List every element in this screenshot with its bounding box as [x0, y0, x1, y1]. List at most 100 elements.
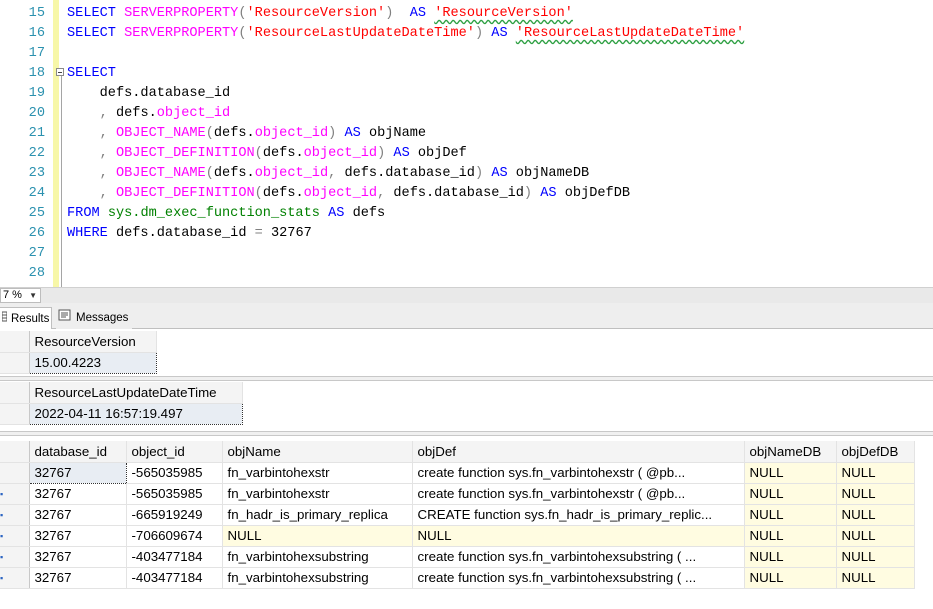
grid-cell[interactable]: NULL: [836, 525, 915, 547]
grid-cell[interactable]: 2022-04-11 16:57:19.497: [28, 402, 243, 425]
grid-cell[interactable]: NULL: [744, 546, 837, 568]
grid-cell[interactable]: NULL: [744, 462, 837, 484]
row-selector-icon[interactable]: [0, 462, 30, 484]
code-line[interactable]: 20 , defs.object_id: [0, 104, 933, 124]
grid-cell[interactable]: create function sys.fn_varbintohexstr ( …: [412, 462, 745, 484]
code-line[interactable]: 25 FROM sys.dm_exec_function_stats AS def…: [0, 204, 933, 224]
table-row[interactable]: 32767 -565035985 fn_varbintohexstr create f…: [0, 461, 915, 484]
grid-splitter[interactable]: [0, 376, 933, 381]
grid-cell[interactable]: NULL: [744, 567, 837, 589]
grid-cell[interactable]: -565035985: [126, 462, 223, 484]
grid-splitter[interactable]: [0, 431, 933, 436]
table-row[interactable]: ▪ 32767 -565035985 fn_varbintohexstr create …: [0, 483, 915, 505]
table-row[interactable]: ▪ 32767 -403477184 fn_varbintohexsubstring c…: [0, 546, 915, 568]
column-header-objname[interactable]: objName: [222, 441, 413, 463]
table-row[interactable]: ▪ 32767 -665919249 fn_hadr_is_primary_repli…: [0, 504, 915, 526]
code-line[interactable]: 27: [0, 244, 933, 264]
column-header-objnamedb[interactable]: objNameDB: [744, 441, 837, 463]
code-token: object_id: [156, 106, 231, 121]
grid-cell[interactable]: CREATE function sys.fn_hadr_is_primary_r…: [412, 504, 745, 526]
row-number[interactable]: [0, 403, 30, 425]
zoom-dropdown[interactable]: 7 % ▼: [0, 288, 41, 303]
code-line[interactable]: 28: [0, 264, 933, 284]
code-line[interactable]: 26 WHERE defs.database_id = 32767: [0, 224, 933, 244]
grid-cell[interactable]: -403477184: [126, 567, 223, 589]
grid-cell[interactable]: 32767: [29, 483, 127, 505]
row-selector-icon[interactable]: ▪: [0, 525, 30, 547]
row-header-corner[interactable]: [0, 382, 30, 404]
row-number[interactable]: [0, 352, 30, 374]
row-header-corner[interactable]: [0, 441, 30, 463]
grid-cell[interactable]: NULL: [744, 504, 837, 526]
code-token: FROM: [67, 206, 100, 221]
grid-cell[interactable]: 32767: [29, 525, 127, 547]
code-text: , OBJECT_DEFINITION(defs.object_id, defs…: [67, 184, 630, 204]
result-grid-resource-last-update[interactable]: ResourceLastUpdateDateTime 2022-04-11 16…: [0, 382, 243, 425]
grid-cell[interactable]: 32767: [29, 567, 127, 589]
tab-messages[interactable]: Messages: [56, 307, 132, 329]
row-selector-icon[interactable]: ▪: [0, 567, 30, 589]
code-line[interactable]: 17: [0, 44, 933, 64]
result-grid-function-stats[interactable]: database_id object_id objName objDef objName…: [0, 441, 915, 589]
row-header-corner[interactable]: [0, 331, 30, 353]
code-line[interactable]: 16 SELECT SERVERPROPERTY('ResourceLastUpd…: [0, 24, 933, 44]
grid-cell[interactable]: -403477184: [126, 546, 223, 568]
grid-cell[interactable]: NULL: [836, 504, 915, 526]
grid-cell[interactable]: create function sys.fn_varbintohexsubstr…: [412, 567, 745, 589]
code-text: SELECT SERVERPROPERTY('ResourceLastUpdat…: [67, 24, 744, 44]
column-header[interactable]: ResourceVersion: [29, 331, 157, 353]
grid-cell[interactable]: 32767: [28, 461, 127, 484]
grid-cell[interactable]: 32767: [29, 546, 127, 568]
code-line[interactable]: 23 , OBJECT_NAME(defs.object_id, defs.da…: [0, 164, 933, 184]
grid-cell[interactable]: NULL: [744, 525, 837, 547]
grid-cell[interactable]: create function sys.fn_varbintohexsubstr…: [412, 546, 745, 568]
code-text: FROM sys.dm_exec_function_stats AS defs: [67, 204, 385, 224]
chevron-down-icon[interactable]: ▼: [29, 289, 37, 302]
grid-cell[interactable]: 15.00.4223: [28, 351, 157, 374]
column-header-database-id[interactable]: database_id: [29, 441, 127, 463]
grid-cell[interactable]: NULL: [836, 567, 915, 589]
grid-cell[interactable]: NULL: [836, 483, 915, 505]
grid-cell[interactable]: -706609674: [126, 525, 223, 547]
tab-results[interactable]: Results: [0, 307, 52, 329]
code-line[interactable]: 21 , OBJECT_NAME(defs.object_id) AS objN…: [0, 124, 933, 144]
column-header[interactable]: ResourceLastUpdateDateTime: [29, 382, 243, 404]
grid-cell[interactable]: NULL: [222, 525, 413, 547]
grid-cell[interactable]: create function sys.fn_varbintohexstr ( …: [412, 483, 745, 505]
row-selector-icon[interactable]: ▪: [0, 504, 30, 526]
grid-cell[interactable]: NULL: [836, 462, 915, 484]
grid-cell[interactable]: -565035985: [126, 483, 223, 505]
grid-cell[interactable]: NULL: [836, 546, 915, 568]
column-header-objdefdb[interactable]: objDefDB: [836, 441, 915, 463]
code-line[interactable]: 24 , OBJECT_DEFINITION(defs.object_id, d…: [0, 184, 933, 204]
grid-cell[interactable]: fn_varbintohexsubstring: [222, 567, 413, 589]
code-line[interactable]: 15 SELECT SERVERPROPERTY('ResourceVersion…: [0, 4, 933, 24]
code-token: 'ResourceVersion': [246, 6, 386, 21]
grid-cell[interactable]: fn_varbintohexstr: [222, 483, 413, 505]
code-token: objDef: [409, 146, 467, 161]
code-token: defs.: [262, 186, 304, 201]
result-grid-resource-version[interactable]: ResourceVersion 15.00.4223: [0, 331, 157, 374]
row-selector-icon[interactable]: ▪: [0, 483, 30, 505]
column-header-object-id[interactable]: object_id: [126, 441, 223, 463]
column-header-objdef[interactable]: objDef: [412, 441, 745, 463]
code-line[interactable]: 22 , OBJECT_DEFINITION(defs.object_id) A…: [0, 144, 933, 164]
row-selector-icon[interactable]: ▪: [0, 546, 30, 568]
code-token: defs.database_id: [107, 226, 255, 241]
grid-cell[interactable]: NULL: [412, 525, 745, 547]
tab-messages-label: Messages: [76, 312, 129, 325]
code-line[interactable]: 19 defs.database_id: [0, 84, 933, 104]
table-row[interactable]: ▪ 32767 -706609674 NULL NULL NULL NULL: [0, 525, 915, 547]
code-line[interactable]: 18 SELECT: [0, 64, 933, 84]
sql-editor[interactable]: 15 SELECT SERVERPROPERTY('ResourceVersion…: [0, 0, 933, 287]
grid-cell[interactable]: fn_varbintohexsubstring: [222, 546, 413, 568]
grid-cell[interactable]: fn_varbintohexstr: [222, 462, 413, 484]
grid-cell[interactable]: -665919249: [126, 504, 223, 526]
code-token: defs.database_id: [67, 86, 231, 101]
table-row[interactable]: ▪ 32767 -403477184 fn_varbintohexsubstring c…: [0, 567, 915, 589]
grid-cell[interactable]: 32767: [29, 504, 127, 526]
grid-cell[interactable]: fn_hadr_is_primary_replica: [222, 504, 413, 526]
grid-cell[interactable]: NULL: [744, 483, 837, 505]
